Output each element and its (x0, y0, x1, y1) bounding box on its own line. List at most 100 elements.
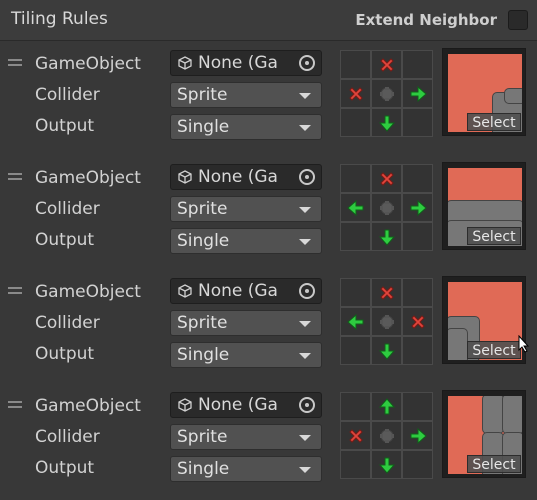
dropdown-arrow-icon (299, 435, 311, 441)
drag-handle-icon[interactable] (8, 59, 22, 67)
collider-dropdown[interactable]: Sprite (170, 424, 322, 450)
gameobject-label: GameObject (35, 168, 141, 188)
tiling-rules-header: Tiling Rules Extend Neighbor (0, 0, 537, 41)
neighbor-cell[interactable] (371, 336, 402, 365)
neighbor-cell[interactable] (340, 79, 371, 108)
drag-handle-icon[interactable] (8, 401, 22, 409)
neighbor-cell[interactable] (402, 421, 433, 450)
gameobject-field[interactable]: None (Ga (170, 164, 322, 190)
gameobject-field[interactable]: None (Ga (170, 50, 322, 76)
output-label: Output (35, 230, 95, 250)
neighbor-cell[interactable] (402, 108, 433, 137)
neighbor-cell[interactable] (402, 278, 433, 307)
sprite-preview[interactable]: Select (442, 162, 526, 250)
gameobject-value: None (Ga (198, 167, 278, 187)
dropdown-arrow-icon (299, 93, 311, 99)
select-sprite-button[interactable]: Select (467, 113, 521, 131)
extend-neighbor-label: Extend Neighbor (355, 11, 497, 29)
neighbor-cell[interactable] (371, 421, 402, 450)
dropdown-arrow-icon (299, 467, 311, 473)
collider-label: Collider (35, 199, 100, 219)
neighbor-cell[interactable] (402, 164, 433, 193)
gameobject-field[interactable]: None (Ga (170, 392, 322, 418)
collider-value: Sprite (177, 427, 228, 447)
gameobject-value: None (Ga (198, 395, 278, 415)
mouse-cursor-icon (518, 335, 530, 353)
tiling-rule: GameObject Collider Output None (Ga Sprite Si… (0, 272, 537, 386)
neighbor-cell[interactable] (371, 79, 402, 108)
neighbor-cell[interactable] (340, 222, 371, 251)
neighbor-cell[interactable] (371, 450, 402, 479)
select-sprite-button[interactable]: Select (467, 341, 521, 359)
output-value: Single (177, 459, 230, 479)
sprite-preview[interactable]: Select (442, 276, 526, 364)
neighbor-cell[interactable] (340, 421, 371, 450)
neighbor-cell[interactable] (402, 222, 433, 251)
neighbor-cell[interactable] (371, 50, 402, 79)
gameobject-field[interactable]: None (Ga (170, 278, 322, 304)
gameobject-value: None (Ga (198, 53, 278, 73)
tiling-rule: GameObject Collider Output None (Ga Sprite Si… (0, 44, 537, 158)
neighbor-cell[interactable] (340, 278, 371, 307)
select-sprite-button[interactable]: Select (467, 227, 521, 245)
select-sprite-button[interactable]: Select (467, 455, 521, 473)
cube-icon (178, 284, 192, 298)
neighbor-cell[interactable] (340, 164, 371, 193)
neighbor-grid (340, 50, 436, 140)
neighbor-cell[interactable] (371, 278, 402, 307)
gameobject-label: GameObject (35, 396, 141, 416)
gameobject-label: GameObject (35, 54, 141, 74)
extend-neighbor-checkbox[interactable] (508, 10, 528, 30)
tiling-rule: GameObject Collider Output None (Ga Sprite Si… (0, 158, 537, 272)
neighbor-cell[interactable] (371, 222, 402, 251)
collider-label: Collider (35, 313, 100, 333)
dropdown-arrow-icon (299, 239, 311, 245)
collider-value: Sprite (177, 199, 228, 219)
output-dropdown[interactable]: Single (170, 456, 322, 482)
object-picker-icon[interactable] (299, 55, 315, 71)
neighbor-cell[interactable] (371, 108, 402, 137)
output-dropdown[interactable]: Single (170, 228, 322, 254)
neighbor-cell[interactable] (340, 193, 371, 222)
neighbor-cell[interactable] (402, 450, 433, 479)
cube-icon (178, 170, 192, 184)
neighbor-cell[interactable] (340, 307, 371, 336)
output-label: Output (35, 116, 95, 136)
output-dropdown[interactable]: Single (170, 114, 322, 140)
neighbor-cell[interactable] (402, 79, 433, 108)
dropdown-arrow-icon (299, 125, 311, 131)
neighbor-cell[interactable] (402, 193, 433, 222)
neighbor-cell[interactable] (402, 336, 433, 365)
collider-value: Sprite (177, 85, 228, 105)
collider-dropdown[interactable]: Sprite (170, 82, 322, 108)
neighbor-cell[interactable] (371, 307, 402, 336)
neighbor-cell[interactable] (402, 392, 433, 421)
neighbor-cell[interactable] (371, 193, 402, 222)
neighbor-cell[interactable] (340, 336, 371, 365)
collider-dropdown[interactable]: Sprite (170, 196, 322, 222)
neighbor-cell[interactable] (402, 307, 433, 336)
sprite-preview[interactable]: Select (442, 48, 526, 136)
neighbor-cell[interactable] (340, 108, 371, 137)
neighbor-cell[interactable] (340, 450, 371, 479)
neighbor-cell[interactable] (371, 164, 402, 193)
sprite-preview[interactable]: Select (442, 390, 526, 478)
object-picker-icon[interactable] (299, 169, 315, 185)
drag-handle-icon[interactable] (8, 287, 22, 295)
output-label: Output (35, 344, 95, 364)
drag-handle-icon[interactable] (8, 173, 22, 181)
collider-dropdown[interactable]: Sprite (170, 310, 322, 336)
neighbor-cell[interactable] (402, 50, 433, 79)
neighbor-cell[interactable] (371, 392, 402, 421)
cube-icon (178, 398, 192, 412)
neighbor-grid (340, 278, 436, 368)
gameobject-value: None (Ga (198, 281, 278, 301)
output-value: Single (177, 345, 230, 365)
output-dropdown[interactable]: Single (170, 342, 322, 368)
dropdown-arrow-icon (299, 353, 311, 359)
object-picker-icon[interactable] (299, 397, 315, 413)
output-value: Single (177, 117, 230, 137)
object-picker-icon[interactable] (299, 283, 315, 299)
neighbor-cell[interactable] (340, 50, 371, 79)
neighbor-cell[interactable] (340, 392, 371, 421)
